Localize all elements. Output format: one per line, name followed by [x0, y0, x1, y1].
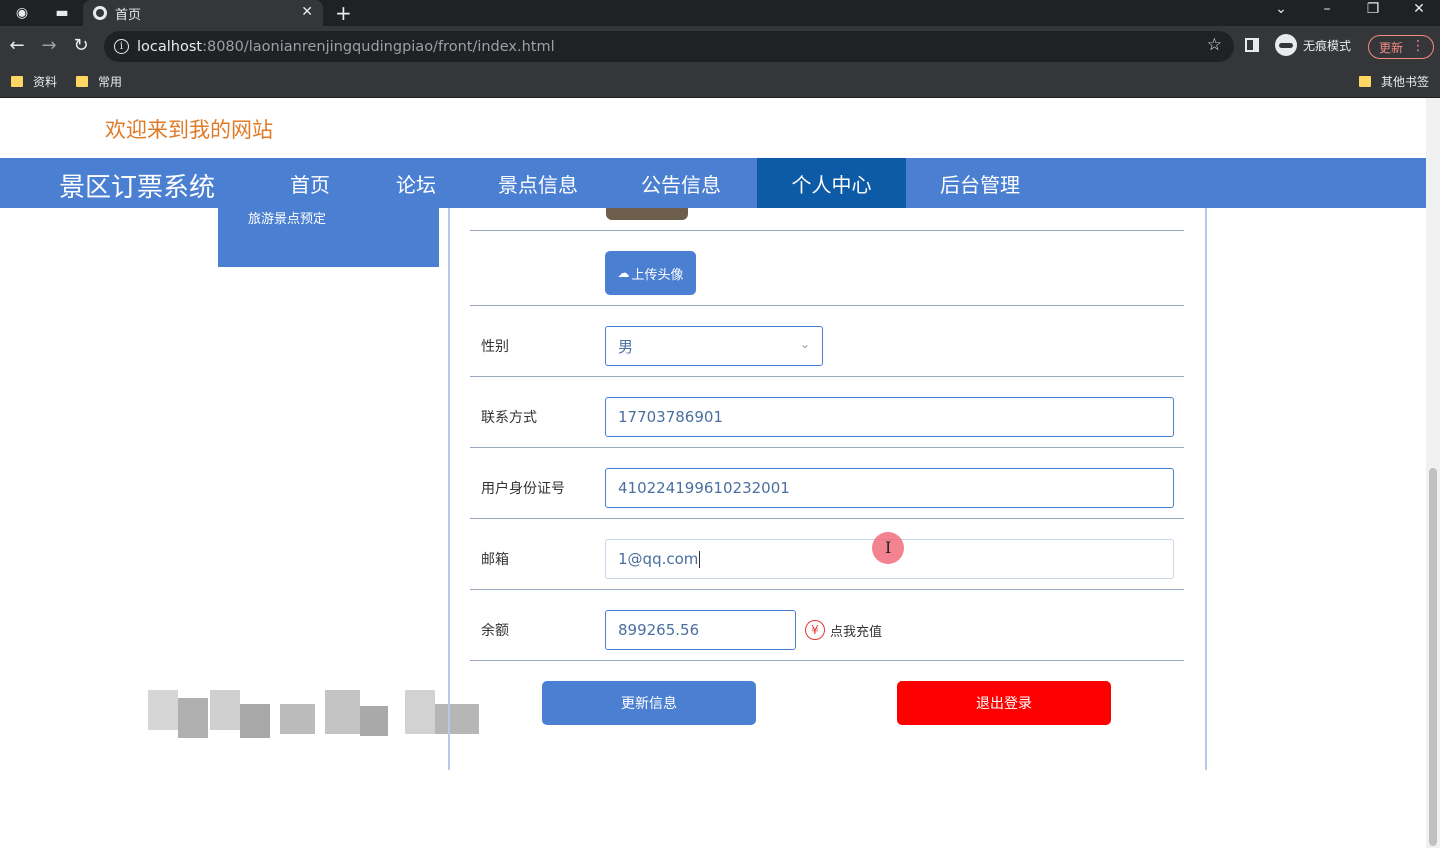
bookmarks-bar: 资料 常用 其他书签 [0, 68, 1440, 98]
logout-button[interactable]: 退出登录 [897, 681, 1111, 725]
more-menu-icon: ⋮ [1411, 38, 1425, 54]
site-brand[interactable]: 景区订票系统 [59, 167, 215, 204]
folder-icon [1359, 76, 1371, 87]
nav-admin[interactable]: 后台管理 [930, 158, 1030, 208]
incognito-indicator[interactable]: 无痕模式 [1275, 34, 1351, 56]
idcard-value: 410224199610232001 [618, 479, 790, 497]
back-icon[interactable]: ← [5, 35, 29, 56]
balance-label: 余额 [481, 623, 509, 639]
gender-select[interactable]: 男 ⌄ [605, 326, 823, 366]
minimize-icon[interactable]: – [1304, 1, 1350, 17]
upload-label: 上传头像 [631, 267, 684, 283]
bookmark-label: 资料 [33, 75, 58, 89]
avatar [606, 208, 688, 220]
incognito-icon [1275, 34, 1297, 56]
email-value: 1@qq.com [618, 550, 699, 568]
divider [470, 305, 1184, 306]
nav-personal-center[interactable]: 个人中心 [757, 158, 906, 208]
browser-tab-bar: ◉ ▬ 首页 ✕ + ⌄ – ❐ ✕ [0, 0, 1440, 26]
recharge-label: 点我充值 [830, 624, 883, 640]
forward-icon[interactable]: → [37, 35, 61, 56]
scrollbar-thumb[interactable] [1429, 468, 1437, 846]
text-caret [699, 550, 701, 568]
side-menu: 旅游景点预定 [218, 208, 439, 267]
update-label: 更新 [1379, 40, 1404, 55]
update-browser-button[interactable]: 更新 ⋮ [1368, 35, 1434, 59]
restore-icon[interactable]: ❐ [1350, 1, 1396, 17]
bookmark-folder-ziliao[interactable]: 资料 [11, 73, 57, 90]
nav-attractions[interactable]: 景点信息 [488, 158, 588, 208]
phone-label: 联系方式 [481, 410, 537, 426]
profile-form: ☁ 上传头像 性别 男 ⌄ 联系方式 17703786901 用户身份证号 41… [448, 208, 1207, 770]
text-cursor-icon: I [885, 538, 892, 557]
phone-input[interactable]: 17703786901 [605, 397, 1174, 437]
tab-search-icon[interactable]: ▬ [42, 0, 82, 26]
page-scrollbar[interactable] [1426, 98, 1440, 848]
close-tab-icon[interactable]: ✕ [301, 4, 313, 20]
divider [470, 447, 1184, 448]
email-label: 邮箱 [481, 552, 509, 568]
side-panel-icon[interactable] [1245, 38, 1259, 52]
bookmark-folder-changyong[interactable]: 常用 [76, 73, 122, 90]
chevron-down-icon: ⌄ [799, 337, 810, 351]
address-bar[interactable]: i localhost:8080/laonianrenjingqudingpia… [104, 31, 1234, 62]
web-page: 欢迎来到我的网站 景区订票系统 首页 论坛 景点信息 公告信息 个人中心 后台管… [0, 98, 1440, 848]
divider [470, 230, 1184, 231]
other-bookmarks-label: 其他书签 [1381, 75, 1430, 89]
divider [470, 376, 1184, 377]
cloud-upload-icon: ☁ [617, 266, 630, 280]
update-info-button[interactable]: 更新信息 [542, 681, 756, 725]
side-menu-item-booking[interactable]: 旅游景点预定 [248, 208, 326, 227]
recharge-link[interactable]: ¥ 点我充值 [805, 620, 882, 640]
browser-tab-home[interactable]: 首页 ✕ [83, 0, 323, 26]
gender-label: 性别 [481, 339, 509, 355]
reload-icon[interactable]: ↻ [69, 35, 93, 56]
idcard-input[interactable]: 410224199610232001 [605, 468, 1174, 508]
balance-input[interactable]: 899265.56 [605, 610, 796, 650]
nav-forum[interactable]: 论坛 [376, 158, 456, 208]
bookmark-star-icon[interactable]: ☆ [1207, 35, 1222, 55]
nav-notices[interactable]: 公告信息 [631, 158, 731, 208]
window-close-icon[interactable]: ✕ [1396, 1, 1440, 17]
idcard-label: 用户身份证号 [481, 481, 565, 497]
globe-icon [93, 6, 107, 20]
phone-value: 17703786901 [618, 408, 723, 426]
folder-icon [76, 76, 88, 87]
url-host: localhost [137, 38, 203, 55]
browser-toolbar: ← → ↻ i localhost:8080/laonianrenjingqud… [0, 26, 1440, 68]
folder-icon [11, 76, 23, 87]
welcome-text: 欢迎来到我的网站 [105, 118, 273, 142]
main-nav: 景区订票系统 首页 论坛 景点信息 公告信息 个人中心 后台管理 [0, 158, 1426, 208]
nav-home[interactable]: 首页 [270, 158, 350, 208]
divider [470, 518, 1184, 519]
tab-list-chevron-icon[interactable]: ⌄ [1258, 1, 1304, 17]
yen-icon: ¥ [805, 620, 825, 640]
balance-value: 899265.56 [618, 621, 700, 639]
divider [470, 660, 1184, 661]
browser-profile-icon[interactable]: ◉ [2, 0, 42, 26]
new-tab-icon[interactable]: + [335, 1, 352, 25]
url-path: :8080/laonianrenjingqudingpiao/front/ind… [202, 38, 555, 55]
site-info-icon[interactable]: i [114, 39, 129, 54]
divider [470, 589, 1184, 590]
bookmark-label: 常用 [98, 75, 123, 89]
other-bookmarks[interactable]: 其他书签 [1359, 73, 1429, 90]
gender-value: 男 [618, 337, 634, 356]
incognito-label: 无痕模式 [1303, 38, 1352, 53]
tab-title: 首页 [115, 7, 142, 23]
upload-avatar-button[interactable]: ☁ 上传头像 [605, 251, 696, 295]
